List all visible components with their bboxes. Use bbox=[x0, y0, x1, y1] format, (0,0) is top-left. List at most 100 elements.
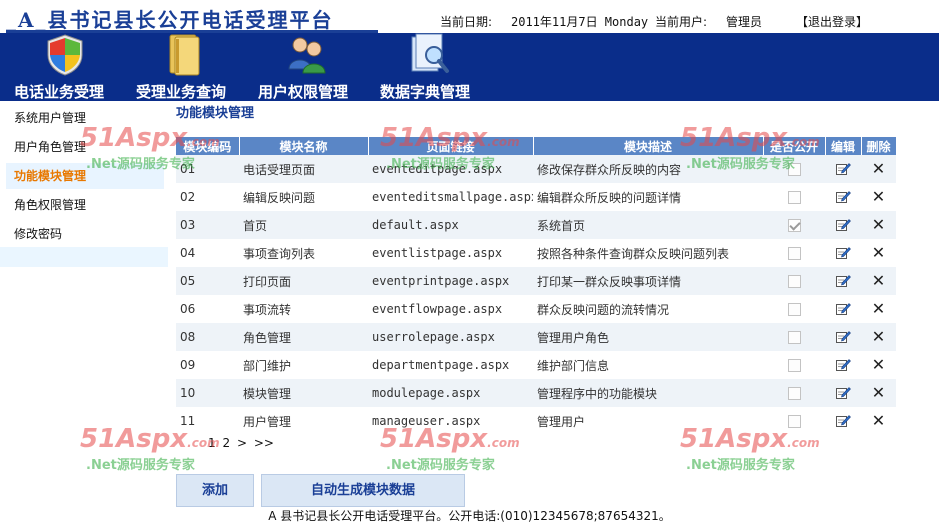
cell-delete[interactable]: ✕ bbox=[861, 155, 896, 183]
public-checkbox[interactable] bbox=[787, 274, 801, 288]
cell-public bbox=[763, 407, 825, 435]
cell-edit[interactable] bbox=[825, 155, 861, 183]
pager-next[interactable]: > bbox=[237, 436, 247, 450]
cell-delete[interactable]: ✕ bbox=[861, 323, 896, 351]
main-menu-bar: 电话业务受理 受理业务查询 用户权限管理 数据字典管理 bbox=[0, 33, 939, 101]
menu-query[interactable]: 受理业务查询 bbox=[136, 33, 246, 101]
edit-icon bbox=[836, 275, 851, 287]
date-value: 2011年11月7日 Monday bbox=[511, 15, 649, 29]
cell-public bbox=[763, 323, 825, 351]
generate-modules-button[interactable]: 自动生成模块数据 bbox=[261, 474, 465, 507]
delete-x-icon[interactable]: ✕ bbox=[865, 329, 892, 345]
cell-name: 首页 bbox=[239, 211, 368, 239]
cell-edit[interactable] bbox=[825, 211, 861, 239]
cell-page: default.aspx bbox=[368, 211, 533, 239]
public-checkbox[interactable] bbox=[787, 386, 801, 400]
public-checkbox[interactable] bbox=[787, 414, 801, 428]
cell-code: 06 bbox=[176, 295, 239, 323]
logout-link[interactable]: 【退出登录】 bbox=[796, 13, 868, 30]
menu-data-dictionary[interactable]: 数据字典管理 bbox=[380, 33, 490, 101]
menu-label: 数据字典管理 bbox=[380, 83, 471, 101]
sidebar-item-change-password[interactable]: 修改密码 bbox=[6, 221, 164, 247]
cell-public bbox=[763, 351, 825, 379]
table-row: 09 部门维护 departmentpage.aspx 维护部门信息 ✕ bbox=[176, 351, 896, 379]
cell-delete[interactable]: ✕ bbox=[861, 239, 896, 267]
delete-x-icon[interactable]: ✕ bbox=[865, 245, 892, 261]
delete-x-icon[interactable]: ✕ bbox=[865, 161, 892, 177]
cell-edit[interactable] bbox=[825, 379, 861, 407]
cell-code: 11 bbox=[176, 407, 239, 435]
sidebar-item-user-roles[interactable]: 用户角色管理 bbox=[6, 134, 164, 160]
cell-name: 事项查询列表 bbox=[239, 239, 368, 267]
delete-x-icon[interactable]: ✕ bbox=[865, 413, 892, 429]
app-title: _A_县书记县长公开电话受理平台 bbox=[6, 8, 334, 32]
cell-edit[interactable] bbox=[825, 323, 861, 351]
cell-delete[interactable]: ✕ bbox=[861, 211, 896, 239]
column-header-code: 模块编码 bbox=[176, 137, 240, 155]
sidebar-item-system-users[interactable]: 系统用户管理 bbox=[6, 105, 164, 131]
public-checkbox[interactable] bbox=[787, 246, 801, 260]
public-checkbox[interactable] bbox=[787, 358, 801, 372]
cell-desc: 管理用户 bbox=[533, 407, 763, 435]
menu-user-permission[interactable]: 用户权限管理 bbox=[258, 33, 368, 101]
delete-x-icon[interactable]: ✕ bbox=[865, 273, 892, 289]
pager-page-2[interactable]: 2 bbox=[222, 436, 230, 450]
cell-page: eventflowpage.aspx bbox=[368, 295, 533, 323]
public-checkbox[interactable] bbox=[787, 330, 801, 344]
cell-public bbox=[763, 267, 825, 295]
shield-icon bbox=[47, 34, 83, 76]
cell-public bbox=[763, 239, 825, 267]
pager-page-1[interactable]: 1 bbox=[208, 436, 216, 450]
cell-edit[interactable] bbox=[825, 183, 861, 211]
delete-x-icon[interactable]: ✕ bbox=[865, 385, 892, 401]
page-title: 功能模块管理 bbox=[176, 106, 255, 121]
sidebar-item-role-permissions[interactable]: 角色权限管理 bbox=[6, 192, 164, 218]
current-user-value: 管理员 bbox=[726, 15, 763, 29]
cell-edit[interactable] bbox=[825, 295, 861, 323]
cell-delete[interactable]: ✕ bbox=[861, 351, 896, 379]
users-icon bbox=[288, 37, 326, 74]
cell-page: eventlistpage.aspx bbox=[368, 239, 533, 267]
cell-delete[interactable]: ✕ bbox=[861, 267, 896, 295]
table-row: 04 事项查询列表 eventlistpage.aspx 按照各种条件查询群众反映问题… bbox=[176, 239, 896, 267]
public-checkbox[interactable] bbox=[787, 218, 801, 232]
cell-name: 角色管理 bbox=[239, 323, 368, 351]
public-checkbox[interactable] bbox=[787, 302, 801, 316]
cell-public bbox=[763, 183, 825, 211]
pager-last[interactable]: >> bbox=[254, 436, 274, 450]
delete-x-icon[interactable]: ✕ bbox=[865, 217, 892, 233]
date-label: 当前日期: bbox=[440, 15, 493, 29]
public-checkbox[interactable] bbox=[787, 162, 801, 176]
cell-public bbox=[763, 295, 825, 323]
cell-page: manageuser.aspx bbox=[368, 407, 533, 435]
cell-code: 04 bbox=[176, 239, 239, 267]
cell-name: 编辑反映问题 bbox=[239, 183, 368, 211]
cell-edit[interactable] bbox=[825, 351, 861, 379]
cell-code: 05 bbox=[176, 267, 239, 295]
cell-name: 部门维护 bbox=[239, 351, 368, 379]
cell-delete[interactable]: ✕ bbox=[861, 407, 896, 435]
delete-x-icon[interactable]: ✕ bbox=[865, 301, 892, 317]
cell-delete[interactable]: ✕ bbox=[861, 379, 896, 407]
cell-delete[interactable]: ✕ bbox=[861, 295, 896, 323]
cell-delete[interactable]: ✕ bbox=[861, 183, 896, 211]
add-button[interactable]: 添加 bbox=[176, 474, 254, 507]
column-header-page: 页面链接 bbox=[368, 137, 534, 155]
cell-edit[interactable] bbox=[825, 407, 861, 435]
watermark-domain: .com bbox=[487, 436, 520, 450]
table-row: 10 模块管理 modulepage.aspx 管理程序中的功能模块 ✕ bbox=[176, 379, 896, 407]
cell-name: 模块管理 bbox=[239, 379, 368, 407]
cell-page: eventeditsmallpage.aspx bbox=[368, 183, 533, 211]
column-header-delete: 删除 bbox=[861, 137, 897, 155]
sidebar-item-modules[interactable]: 功能模块管理 bbox=[6, 163, 164, 189]
table-row: 01 电话受理页面 eventeditpage.aspx 修改保存群众所反映的内容 ✕ bbox=[176, 155, 896, 183]
edit-icon bbox=[836, 191, 851, 203]
public-checkbox[interactable] bbox=[787, 190, 801, 204]
column-header-name: 模块名称 bbox=[239, 137, 369, 155]
delete-x-icon[interactable]: ✕ bbox=[865, 189, 892, 205]
cell-edit[interactable] bbox=[825, 239, 861, 267]
table-header-row: 模块编码 模块名称 页面链接 模块描述 是否公开 编辑 删除 bbox=[176, 137, 897, 155]
cell-edit[interactable] bbox=[825, 267, 861, 295]
menu-phone-service[interactable]: 电话业务受理 bbox=[14, 33, 124, 101]
delete-x-icon[interactable]: ✕ bbox=[865, 357, 892, 373]
